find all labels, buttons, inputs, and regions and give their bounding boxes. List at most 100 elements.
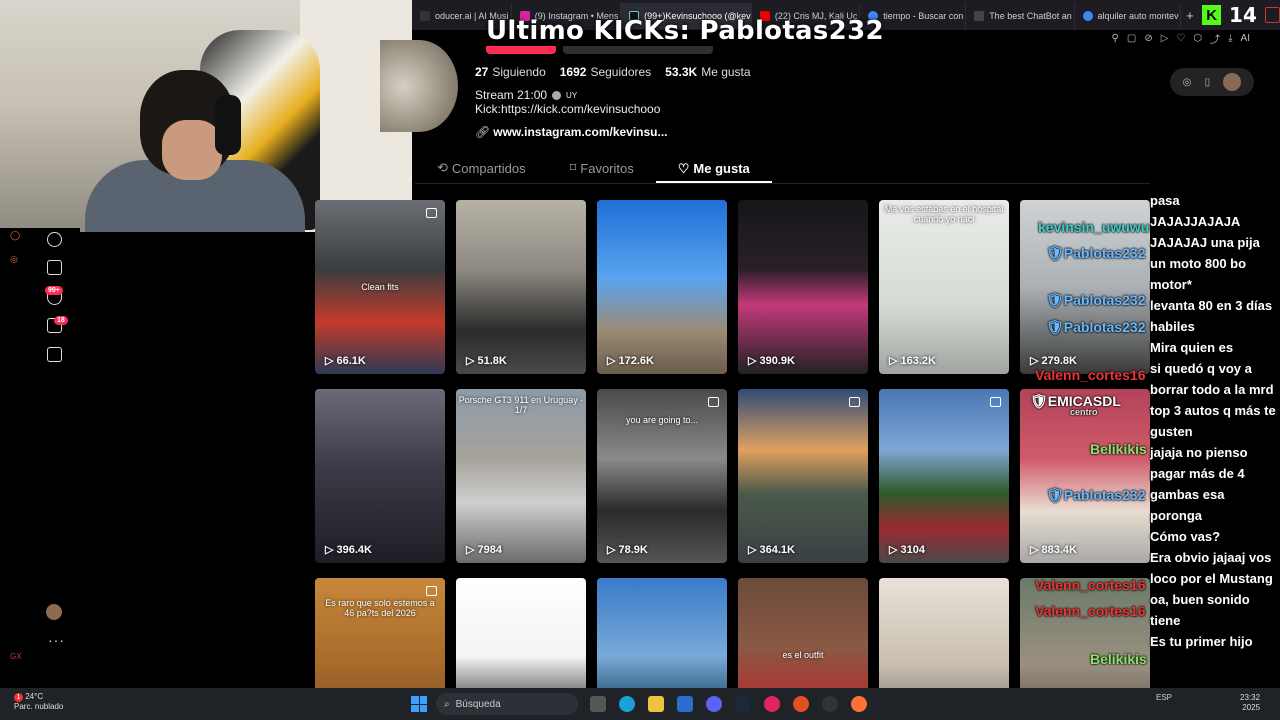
browser-tab[interactable]: alquiler auto montev [1075,3,1182,29]
task-view-icon[interactable] [590,696,606,712]
play-count-icon: ▷ [748,355,760,367]
followers-stat[interactable]: 1692 Seguidores [560,65,651,79]
block-icon[interactable]: ⊘ [1144,33,1152,44]
video-card[interactable]: ▷ 51.8K [456,200,586,374]
file-explorer-icon[interactable] [648,696,664,712]
taskbar-clock[interactable]: 23:32 2025 [1240,693,1260,713]
chat-username: Valenn_cortes16 [1035,603,1146,619]
play-count-icon: ▷ [607,355,619,367]
store-icon[interactable] [677,696,693,712]
video-caption-overlay: es el outfit [782,650,824,660]
sidebar-avatar[interactable] [46,604,62,620]
play-count-icon: ▷ [466,355,478,367]
phone-icon[interactable]: ▯ [1205,77,1211,88]
video-card[interactable]: Porsche GT3 911 en Uruguay · 1/7 ▷ 7984 [456,389,586,563]
share-icon[interactable]: ⤴ [1210,31,1220,46]
inbox-badge: 18 [54,316,68,325]
link-icon: 🔗︎ [475,125,491,139]
tab-favicon [420,11,430,21]
browser-tab[interactable]: The best ChatBot an [966,3,1075,29]
ai-button[interactable]: AI [1241,33,1250,44]
extension-icon[interactable]: ⬡ [1193,33,1202,44]
webcam-person-face [162,120,222,180]
language-indicator: ESP [1156,693,1173,702]
video-card[interactable]: ▷ 172.6K [597,200,727,374]
compass-icon[interactable]: ◎ [1183,77,1192,88]
video-card[interactable]: Clean fits ▷ 66.1K [315,200,445,374]
search-placeholder: Búsqueda [455,698,501,710]
play-icon[interactable]: ▷ [1161,33,1169,44]
video-card[interactable]: ▷ 3104 [879,389,1009,563]
pin-icon[interactable]: ⚲ [1112,33,1119,44]
video-view-count: ▷ 396.4K [325,544,372,556]
live-indicator-icon[interactable]: ◎ [10,254,18,265]
bio-country: UY [566,90,578,100]
chat-username: 🛡︎Pablotas232 [1046,245,1146,261]
following-icon[interactable] [47,232,62,247]
tab-favoritos[interactable]: ⌑ Favoritos [548,156,656,180]
chat-message: JAJAJAJ una pija [1150,235,1260,250]
window-control-icon[interactable] [1264,7,1280,23]
photo-mode-icon [849,397,860,407]
profile-bio-line2: Kick:https://kick.com/kevinsuchooo [475,102,661,116]
video-card[interactable]: ▷ 396.4K [315,389,445,563]
video-card[interactable]: you are going to... ▷ 78.9K [597,389,727,563]
live-tv-icon[interactable] [47,260,62,275]
video-view-count: ▷ 78.9K [607,544,648,556]
follow-button[interactable] [486,46,556,54]
tab-compartidos[interactable]: ⟲ Compartidos [415,156,548,180]
chat-message: JAJAJJAJAJA [1150,214,1241,229]
chatbot-icon [974,11,985,21]
firefox-icon[interactable] [851,696,867,712]
webcam-headset [215,95,241,155]
tab-me-gusta[interactable]: ♡ Me gusta [655,156,772,183]
kick-logo-icon: K [1202,5,1222,25]
edge-icon[interactable] [619,696,635,712]
taskbar-search[interactable]: ⌕ Búsqueda [436,693,578,715]
chat-message: gambas esa [1150,487,1225,502]
following-stat[interactable]: 27 Siguiendo [475,65,546,79]
viewer-count: 14 [1229,3,1257,27]
chat-username: 🛡︎Pablotas232 [1046,487,1146,503]
profile-avatar[interactable] [380,40,458,132]
chat-username: 🛡︎Pablotas232 [1046,319,1146,335]
video-view-count: ▷ 279.8K [1030,355,1077,367]
heart-icon: ♡ [677,160,690,176]
message-button[interactable] [563,46,713,54]
chat-message: habiles [1150,319,1195,334]
windows-start-icon[interactable] [411,696,427,712]
play-count-icon: ▷ [1030,544,1042,556]
chat-username: Valenn_cortes16 [1035,577,1146,593]
chat-message: top 3 autos q más te [1150,403,1276,418]
obs-icon[interactable] [822,696,838,712]
video-card[interactable]: Ma vos estabas en el hospital cuando yo … [879,200,1009,374]
video-view-count: ▷ 172.6K [607,355,654,367]
chat-message: motor* [1150,277,1192,292]
screenshot-icon[interactable]: ▢ [1127,33,1136,44]
play-count-icon: ▷ [325,355,337,367]
upload-icon[interactable] [47,347,62,362]
video-caption-overlay: Ma vos estabas en el hospital cuando yo … [884,204,1004,224]
video-card[interactable]: ▷ 390.9K [738,200,868,374]
new-tab-button[interactable]: + [1181,8,1198,23]
chat-username: kevinsin_uwuwu [1038,219,1150,235]
discord-icon[interactable] [706,696,722,712]
chat-username: Belikikis [1090,651,1147,667]
live-icon[interactable]: ◯ [10,230,20,241]
photo-mode-icon [426,208,437,218]
profile-link[interactable]: 🔗︎ www.instagram.com/kevinsu... [475,125,668,139]
photo-mode-icon [426,586,437,596]
user-avatar[interactable] [1223,73,1242,91]
app-icon[interactable] [793,696,809,712]
profile-tabs: ⟲ Compartidos ⌑ Favoritos ♡ Me gusta [415,156,772,184]
more-icon[interactable]: ··· [48,632,65,648]
video-caption-overlay: Clean fits [361,282,399,292]
opera-gx-icon[interactable] [764,696,780,712]
video-card[interactable]: ▷ 364.1K [738,389,868,563]
gx-icon[interactable]: GX [10,652,22,661]
steam-icon[interactable] [735,696,751,712]
download-icon[interactable]: ⤓ [1228,33,1232,44]
favorite-icon[interactable]: ♡ [1176,33,1185,44]
weather-widget[interactable]: 1 24°C Parc. nublado [14,692,63,712]
system-tray[interactable]: ESP [1156,693,1172,703]
